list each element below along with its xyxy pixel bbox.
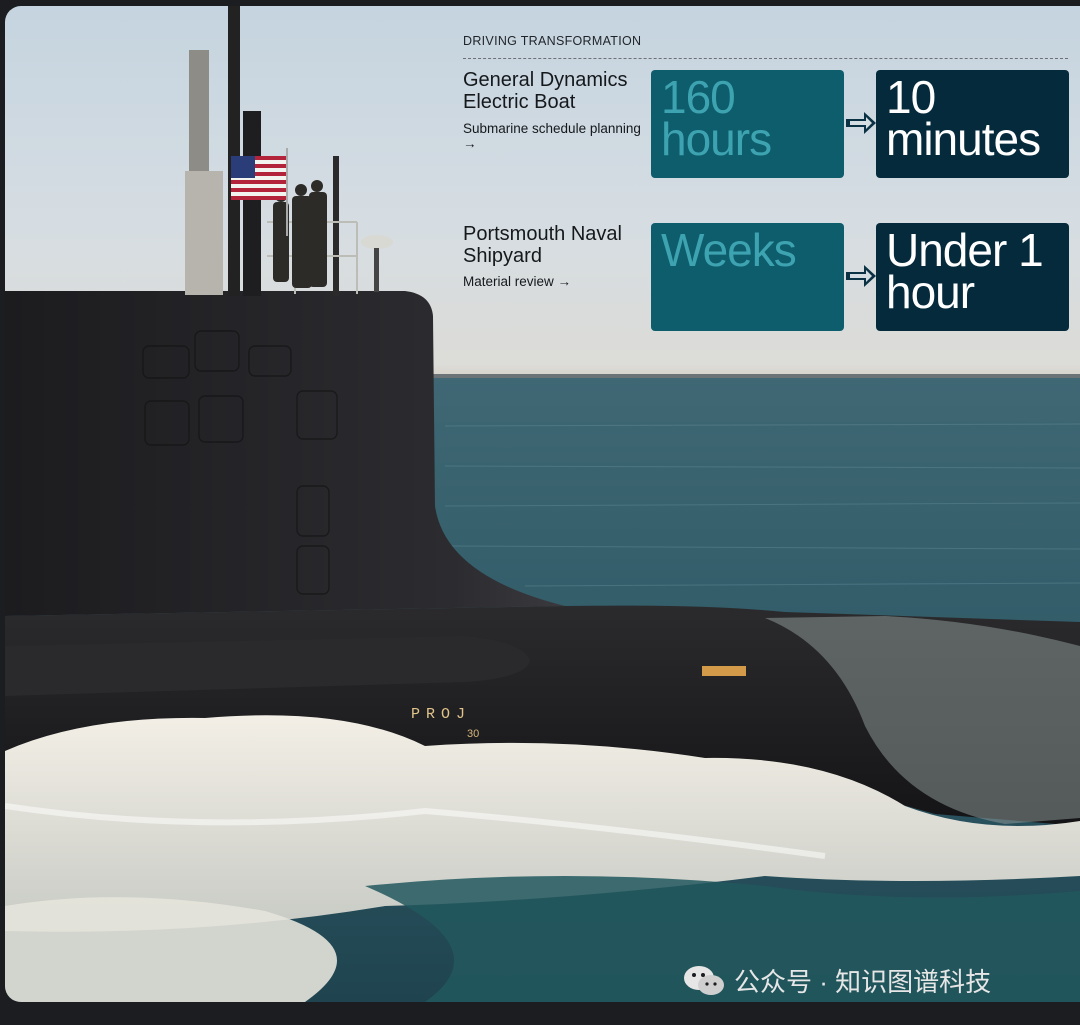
wechat-icon	[684, 965, 724, 995]
hull-number: 30	[467, 728, 479, 740]
after-tile-10-minutes: 10 minutes	[876, 70, 1069, 178]
before-tile-weeks: Weeks	[651, 223, 844, 331]
arrow-right-icon	[846, 265, 876, 287]
image-frame: PROJ 30 DRIVING TRANSFORMATION General D…	[5, 6, 1080, 1002]
case-title-portsmouth: Portsmouth Naval Shipyard	[463, 223, 622, 267]
watermark-text: 公众号 · 知识图谱科技	[734, 967, 992, 997]
transformation-infographic: DRIVING TRANSFORMATION General Dynamics …	[5, 6, 1080, 346]
dashed-divider	[463, 58, 1068, 59]
case-link-material-review[interactable]: Material review →	[463, 274, 653, 289]
section-eyebrow: DRIVING TRANSFORMATION	[463, 34, 642, 48]
hull-marking: PROJ	[411, 706, 471, 723]
case-title-electric-boat: General Dynamics Electric Boat	[463, 69, 628, 113]
watermark: 公众号 · 知识图谱科技	[682, 962, 991, 999]
before-tile-160-hours: 160 hours	[651, 70, 844, 178]
after-tile-under-1-hour: Under 1 hour	[876, 223, 1069, 331]
arrow-right-icon	[846, 112, 876, 134]
case-link-schedule-planning[interactable]: Submarine schedule planning →	[463, 121, 653, 151]
